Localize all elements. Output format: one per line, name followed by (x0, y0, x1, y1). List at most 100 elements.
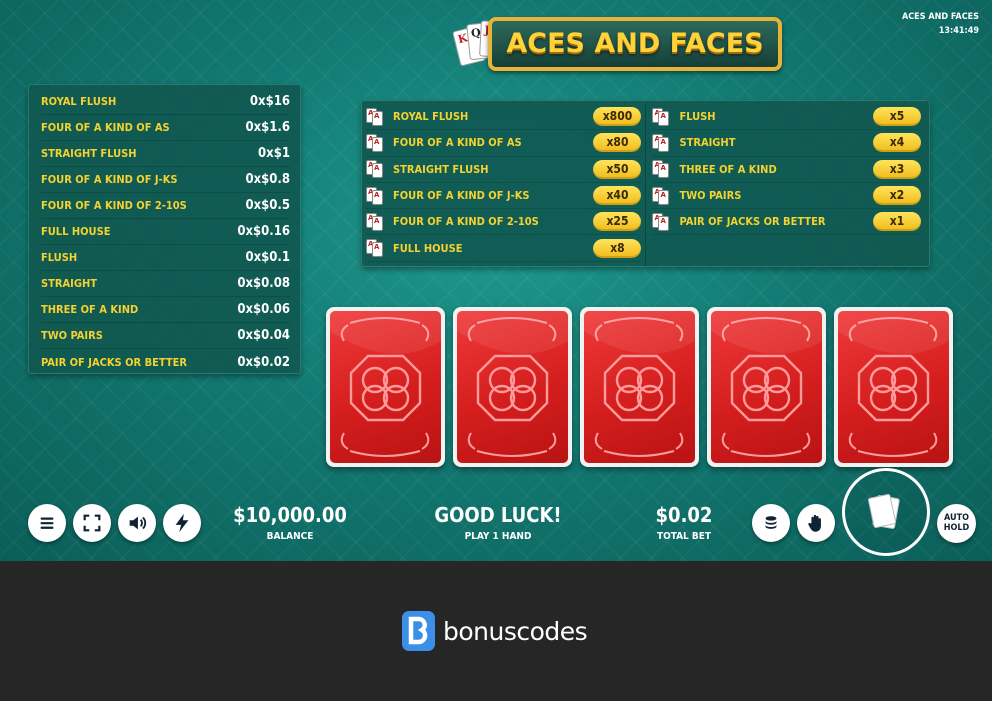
paytable-row: A A FOUR OF A KIND OF J-KS x40 (366, 183, 642, 210)
brand-name: bonuscodes (443, 616, 588, 646)
clock: 13:41:49 (938, 26, 979, 36)
paytable-row: STRAIGHT FLUSH 0x$1 (41, 141, 290, 167)
paytable-row: FOUR OF A KIND OF J-KS 0x$0.8 (41, 167, 290, 193)
hand-name: STRAIGHT FLUSH (41, 147, 137, 160)
fullscreen-button[interactable] (73, 504, 111, 542)
card-back (457, 311, 568, 463)
multiplier-badge: x2 (873, 186, 921, 206)
hand-payout: 0x$16 (249, 94, 290, 109)
ace-cards-icon: AA (366, 133, 386, 153)
playing-card[interactable] (326, 307, 445, 467)
hand-name: FOUR OF A KIND OF 2-10S (41, 199, 187, 212)
playing-card[interactable] (834, 307, 953, 467)
hand-payout: 0x$0.06 (237, 302, 290, 317)
paytable-row: A A FULL HOUSE x8 (366, 235, 642, 262)
balance-display: $10,000.00 BALANCE (230, 503, 350, 542)
menu-icon (40, 517, 54, 529)
hand-payout: 0x$0.08 (237, 276, 290, 291)
game-logo: K Q J A ACES AND FACES (450, 13, 784, 75)
hand-name: PAIR OF JACKS OR BETTER (679, 215, 826, 229)
paytable-row: A A TWO PAIRS x2 (652, 183, 921, 210)
hand-name: FLUSH (41, 251, 78, 264)
playing-card[interactable] (707, 307, 826, 467)
auto-hold-line2: HOLD (943, 523, 970, 533)
hand-name: FULL HOUSE (41, 225, 111, 238)
hand-payout: 0x$0.5 (245, 198, 290, 213)
ace-cards-icon: AA (652, 133, 672, 153)
hand-payout: 0x$0.16 (237, 224, 290, 239)
turbo-button[interactable] (163, 504, 201, 542)
total-bet-display: $0.02 TOTAL BET (634, 503, 734, 542)
card-back (711, 311, 822, 463)
playing-card[interactable] (453, 307, 572, 467)
multiplier-badge: x1 (873, 212, 921, 232)
paytable-column-2: A A FLUSH x5 A A STRAIGHT x4 A A THREE OF A KIND x3… (645, 104, 925, 266)
paytable-row: A A STRAIGHT FLUSH x50 (366, 157, 642, 183)
multiplier-badge: x80 (593, 133, 642, 153)
hand-name: STRAIGHT FLUSH (393, 162, 489, 176)
paytable-row: FLUSH 0x$0.1 (41, 245, 290, 271)
hand-payout: 0x$0.1 (245, 250, 290, 265)
sound-icon (129, 516, 147, 530)
paytable-row: FULL HOUSE 0x$0.16 (41, 219, 290, 245)
hold-button[interactable] (797, 504, 835, 542)
ace-cards-icon: AA (652, 186, 672, 206)
multiplier-badge: x50 (593, 159, 642, 179)
multiplier-badge: x3 (873, 159, 921, 179)
ace-cards-icon: AA (366, 238, 386, 258)
ace-cards-icon: AA (366, 186, 386, 206)
message-value: GOOD LUCK! (434, 503, 562, 527)
paytable-row: A A ROYAL FLUSH x800 (366, 104, 642, 131)
multiplier-badge: x8 (593, 238, 642, 258)
brand-icon (402, 611, 435, 651)
sound-button[interactable] (118, 504, 156, 542)
hand-name: TWO PAIRS (41, 329, 103, 342)
logo-text: ACES AND FACES (506, 28, 764, 59)
hand-name: FOUR OF A KIND OF AS (393, 136, 522, 150)
paytable-row: A A PAIR OF JACKS OR BETTER x1 (652, 209, 921, 236)
hold-hand-icon (808, 514, 821, 532)
brand-logo: bonuscodes (402, 611, 588, 651)
paytable-row: TWO PAIRS 0x$0.04 (41, 323, 290, 349)
paytable-row: FOUR OF A KIND OF 2-10S 0x$0.5 (41, 193, 290, 219)
hand-payout: 0x$1 (258, 146, 290, 161)
message-display: GOOD LUCK! PLAY 1 HAND (428, 503, 568, 542)
hand-payout: 0x$0.8 (245, 172, 290, 187)
hand-name: STRAIGHT (679, 136, 736, 150)
card-back (838, 311, 949, 463)
card-back (330, 311, 441, 463)
logo-plate: ACES AND FACES (488, 17, 782, 71)
deal-button[interactable] (842, 468, 930, 556)
menu-button[interactable] (28, 504, 66, 542)
total-bet-label: TOTAL BET (656, 531, 712, 542)
paytable-row: A A FOUR OF A KIND OF AS x80 (366, 130, 642, 157)
paytable-row: FOUR OF A KIND OF AS 0x$1.6 (41, 115, 290, 141)
hand-name: STRAIGHT (41, 277, 97, 290)
paytable-row: STRAIGHT 0x$0.08 (41, 271, 290, 297)
multiplier-badge: x800 (593, 107, 642, 127)
paytable-credits: ROYAL FLUSH 0x$16 FOUR OF A KIND OF AS 0x$1… (28, 84, 301, 374)
ace-cards-icon: AA (366, 159, 386, 179)
multiplier-badge: x40 (593, 186, 642, 206)
message-label: PLAY 1 HAND (464, 531, 532, 542)
hand-name: ROYAL FLUSH (393, 110, 469, 124)
paytable-multipliers: A A ROYAL FLUSH x800 A A FOUR OF A KIND OF AS x… (361, 100, 930, 267)
ace-cards-icon: AA (652, 159, 672, 179)
hand-payout: 0x$0.02 (237, 354, 290, 370)
playing-card[interactable] (580, 307, 699, 467)
total-bet-value: $0.02 (655, 503, 713, 527)
auto-hold-button[interactable]: AUTO HOLD (937, 504, 976, 543)
bet-button[interactable] (752, 504, 790, 542)
auto-hold-line1: AUTO (944, 513, 969, 523)
paytable-row: PAIR OF JACKS OR BETTER 0x$0.02 (41, 349, 290, 375)
hand-name: ROYAL FLUSH (41, 95, 117, 108)
hand-name: FOUR OF A KIND OF AS (41, 121, 170, 134)
hand-name: PAIR OF JACKS OR BETTER (41, 355, 188, 369)
paytable-row: A A FLUSH x5 (652, 104, 921, 131)
hand-name: FOUR OF A KIND OF J-KS (41, 173, 178, 186)
hand-name: FOUR OF A KIND OF 2-10S (393, 215, 539, 229)
paytable-row: A A THREE OF A KIND x3 (652, 157, 921, 183)
paytable-row: A A STRAIGHT x4 (652, 130, 921, 157)
multiplier-badge: x4 (873, 133, 921, 153)
paytable-row: A A FOUR OF A KIND OF 2-10S x25 (366, 209, 642, 236)
